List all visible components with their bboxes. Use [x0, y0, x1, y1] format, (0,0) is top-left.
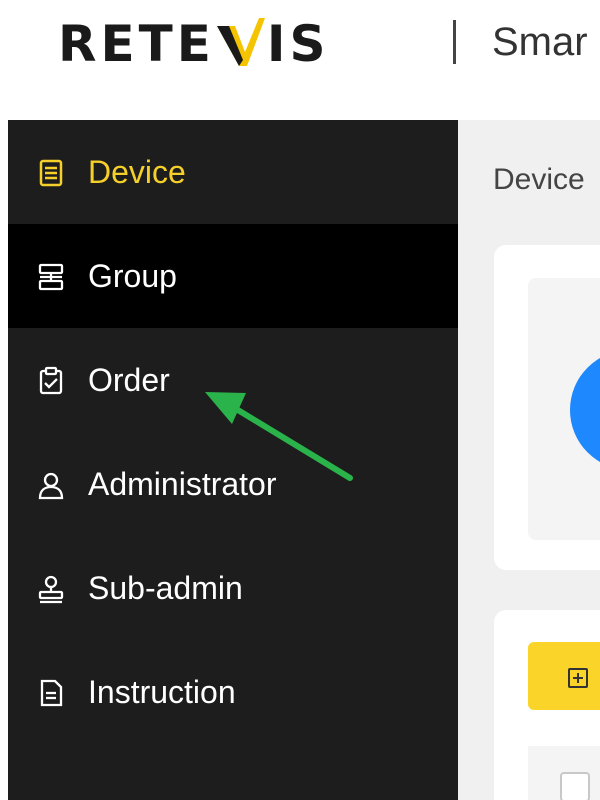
sidebar-item-group[interactable]: Group [8, 224, 458, 328]
sidebar-item-label: Group [88, 258, 177, 294]
left-edge-strip [0, 120, 8, 800]
retevis-logo[interactable]: RETE IS [58, 16, 330, 72]
sidebar-item-label: Administrator [88, 466, 277, 502]
group-stack-icon [38, 263, 64, 291]
sidebar-item-instruction[interactable]: Instruction [8, 640, 458, 744]
logo-text-right: IS [266, 15, 330, 73]
user-icon [38, 472, 64, 500]
stamp-user-icon [38, 575, 64, 604]
top-header: RETE IS Smar [0, 0, 600, 120]
logo-v-mark-icon [216, 18, 265, 66]
sidebar-item-label: Device [88, 154, 186, 190]
logo-text-left: RETE [58, 15, 215, 73]
add-device-button[interactable] [528, 642, 600, 710]
sidebar-item-sub-admin[interactable]: Sub-admin [8, 536, 458, 640]
plus-square-icon [568, 668, 588, 688]
sidebar-item-label: Instruction [88, 674, 236, 710]
file-icon [40, 679, 63, 707]
app-title: Smar [492, 20, 588, 64]
header-divider [453, 20, 456, 64]
sidebar-item-label: Sub-admin [88, 570, 243, 606]
sidebar-item-order[interactable]: Order [8, 328, 458, 432]
document-list-icon [39, 159, 63, 187]
sidebar-item-administrator[interactable]: Administrator [8, 432, 458, 536]
select-all-checkbox[interactable] [560, 772, 590, 800]
breadcrumb[interactable]: Device [493, 160, 585, 200]
sidebar-item-device[interactable]: Device [8, 120, 458, 224]
sidebar-menu: Device Group Order Administrator Sub-adm… [8, 120, 458, 800]
main-content: Device [458, 120, 600, 800]
sidebar-item-label: Order [88, 362, 170, 398]
clipboard-check-icon [39, 366, 63, 395]
